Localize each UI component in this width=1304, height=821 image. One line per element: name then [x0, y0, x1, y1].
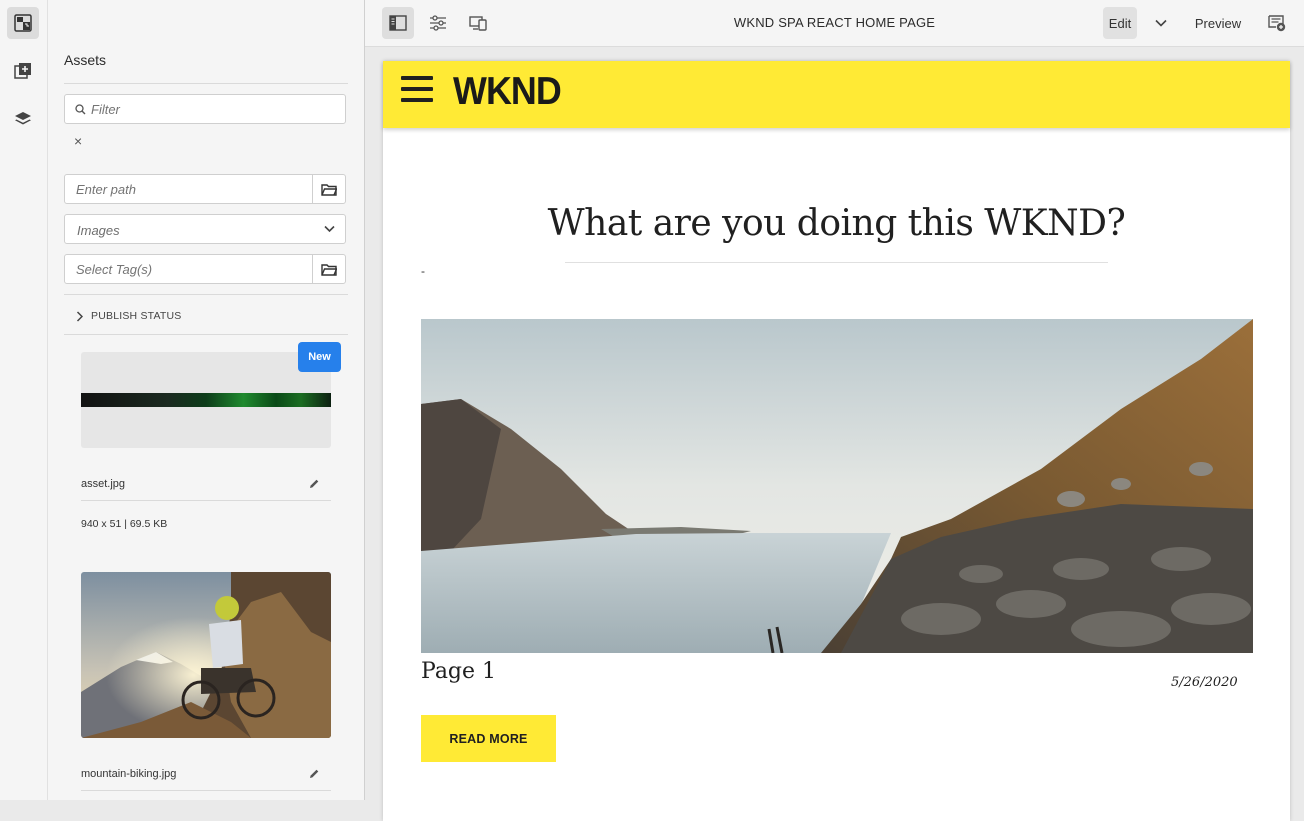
edit-mode-button[interactable]: Edit — [1103, 7, 1137, 39]
chevron-down-icon — [1155, 19, 1167, 27]
separator-text: - — [421, 264, 425, 278]
card-title: Page 1 — [421, 659, 497, 684]
devices-icon — [469, 16, 487, 31]
site-logo[interactable]: WKND — [453, 70, 562, 114]
tags-field[interactable] — [64, 254, 346, 284]
assets-panel: Assets × Images PUBLISH STATUS New asset… — [48, 0, 365, 800]
read-more-button[interactable]: READ MORE — [421, 715, 556, 762]
divider — [81, 500, 331, 501]
headline-rule — [565, 262, 1108, 263]
new-badge: New — [298, 342, 341, 372]
sliders-icon — [430, 15, 446, 31]
asset-meta: 940 x 51 | 69.5 KB — [81, 518, 168, 530]
divider — [64, 294, 348, 295]
edit-icon[interactable] — [308, 477, 322, 491]
hero-image[interactable] — [421, 319, 1253, 653]
publish-status-label: PUBLISH STATUS — [91, 310, 182, 322]
asset-name: asset.jpg — [81, 478, 126, 490]
divider — [64, 334, 348, 335]
path-field[interactable] — [64, 174, 346, 204]
site-header: WKND — [383, 61, 1290, 128]
side-panel-icon — [389, 15, 407, 31]
asset-type-value: Images — [77, 223, 120, 238]
asset-thumbnail[interactable] — [81, 352, 331, 448]
browse-tags-button[interactable] — [312, 255, 345, 283]
search-icon — [75, 104, 86, 115]
browse-path-button[interactable] — [312, 175, 345, 203]
menu-icon[interactable] — [401, 76, 433, 102]
preview-button[interactable]: Preview — [1187, 7, 1249, 39]
components-icon[interactable] — [7, 55, 39, 87]
mountain-biking-image — [81, 572, 331, 738]
tags-input[interactable] — [76, 255, 306, 283]
folder-icon — [321, 263, 337, 276]
page-headline: What are you doing this WKND? — [547, 203, 1126, 244]
page-properties-button[interactable] — [422, 7, 454, 39]
asset-name: mountain-biking.jpg — [81, 768, 177, 780]
toggle-side-panel-button[interactable] — [382, 7, 414, 39]
publish-status-toggle[interactable]: PUBLISH STATUS — [76, 307, 182, 325]
emulator-button[interactable] — [462, 7, 494, 39]
page-canvas: WKND What are you doing this WKND? - Pag… — [383, 61, 1290, 821]
filter-field[interactable] — [64, 94, 346, 124]
panel-title: Assets — [64, 52, 107, 68]
chevron-down-icon — [324, 225, 335, 233]
divider — [81, 790, 331, 791]
layers-icon[interactable] — [7, 103, 39, 135]
annotations-button[interactable] — [1261, 7, 1293, 39]
asset-image — [81, 393, 331, 407]
card-date: 5/26/2020 — [1171, 675, 1238, 690]
edit-icon[interactable] — [308, 767, 322, 781]
asset-type-select[interactable]: Images — [64, 214, 346, 244]
path-input[interactable] — [76, 175, 306, 203]
icon-rail — [0, 0, 48, 800]
clear-filter-button[interactable]: × — [74, 133, 82, 149]
asset-thumbnail[interactable] — [81, 572, 331, 738]
chevron-right-icon — [76, 310, 83, 322]
editor-toolbar: WKND SPA REACT HOME PAGE Edit Preview — [365, 0, 1304, 47]
annotate-icon — [1268, 15, 1286, 32]
mode-dropdown-button[interactable] — [1149, 7, 1173, 39]
divider — [64, 83, 348, 84]
folder-icon — [321, 183, 337, 196]
asset-finder-icon[interactable] — [7, 7, 39, 39]
filter-input[interactable] — [91, 95, 331, 123]
